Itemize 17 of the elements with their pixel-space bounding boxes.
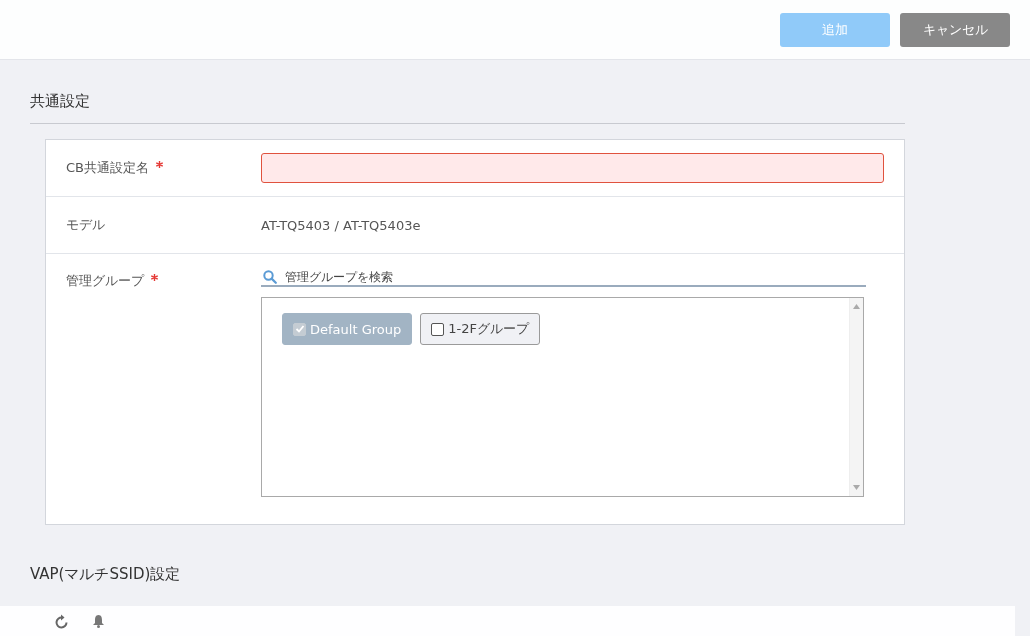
scroll-up-icon[interactable] (853, 304, 860, 309)
field-label: CB共通設定名 (66, 160, 149, 175)
group-search-field[interactable]: 管理グループを検索 (285, 270, 866, 284)
group-chip[interactable]: 1-2Fグループ (420, 313, 540, 345)
section-title: 共通設定 (30, 90, 905, 124)
refresh-icon[interactable] (55, 613, 69, 629)
search-icon (263, 270, 277, 284)
section-title: VAP(マルチSSID)設定 (30, 564, 182, 585)
scrollbar[interactable] (849, 298, 863, 496)
checkbox[interactable] (431, 322, 445, 336)
name-input-field[interactable] (261, 153, 884, 183)
field-label: 管理グループ (66, 273, 144, 288)
cancel-button[interactable]: キャンセル (900, 12, 1010, 47)
field-label: モデル (66, 217, 105, 232)
scroll-down-icon[interactable] (853, 485, 860, 490)
model-value: AT-TQ5403 / AT-TQ5403e (261, 217, 421, 233)
bell-icon[interactable] (92, 614, 105, 628)
